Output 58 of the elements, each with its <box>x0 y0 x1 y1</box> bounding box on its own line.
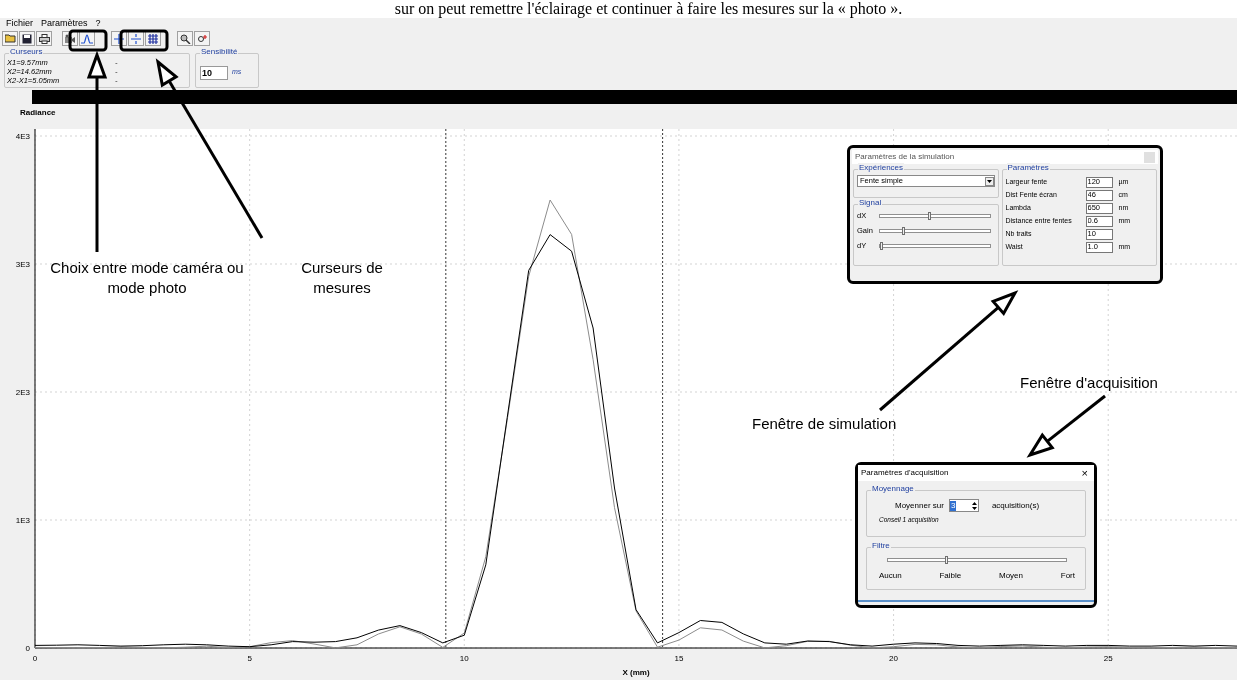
highlight-frame <box>68 29 108 52</box>
x-tick-label: 20 <box>889 654 898 663</box>
group-title: Signal <box>858 198 883 208</box>
save-icon[interactable] <box>19 31 35 46</box>
x-axis-label: X (mm) <box>622 668 650 677</box>
axis-title: Radiance <box>20 106 56 119</box>
menu-item[interactable]: Paramètres <box>41 17 88 31</box>
menu-item[interactable]: Fichier <box>6 17 33 31</box>
tick-label: Aucun <box>879 570 902 582</box>
zoom-reset-icon[interactable] <box>194 31 210 46</box>
unit-label: acquisition(s) <box>991 499 1040 512</box>
x-tick-label: 10 <box>459 654 469 663</box>
x-tick-label: 15 <box>674 654 684 663</box>
zoom-icon[interactable] <box>177 31 193 46</box>
menu-item[interactable]: ? <box>95 17 101 31</box>
y-tick-label: 1E3 <box>15 516 30 525</box>
y-tick-label: 2E3 <box>15 388 30 397</box>
spinner-arrows-icon <box>970 500 978 511</box>
tick-label: Faible <box>939 570 962 582</box>
dialog-title: Paramètres de la simulation <box>855 151 955 163</box>
cursor-line[interactable] <box>662 128 663 649</box>
printer-icon[interactable] <box>36 31 52 46</box>
slider-thumb[interactable] <box>902 227 906 235</box>
slider-track[interactable] <box>879 229 991 233</box>
open-folder-icon[interactable] <box>2 31 18 46</box>
y-tick-label: 3E3 <box>15 260 30 269</box>
group-title: Sensibilité <box>200 47 239 57</box>
slider-track[interactable] <box>887 558 1067 562</box>
group-title: Filtre <box>871 541 891 551</box>
slider-thumb[interactable] <box>944 556 948 564</box>
group-title: Paramètres <box>1006 163 1050 173</box>
y-tick-label: 0 <box>25 644 30 653</box>
x-tick-label: 25 <box>1103 654 1113 663</box>
x-tick-label: 5 <box>247 654 252 663</box>
document-text: sur on peut remettre l'éclairage et continuer à faire les mesures sur la « photo ». <box>393 0 903 18</box>
annotation-text: Curseurs de mesures <box>300 258 384 298</box>
averaging-spin-field[interactable]: 3 <box>948 499 979 512</box>
highlight-frame <box>119 29 169 52</box>
annotation-text: Choix entre mode caméra ou mode photo <box>49 258 245 298</box>
tick-label: Moyen <box>999 570 1023 582</box>
x-tick-label: 0 <box>32 654 38 663</box>
group-title: Curseurs <box>9 47 44 57</box>
dialog-title: Paramètres d'acquisition <box>861 467 949 479</box>
averaging-label: Moyenner sur <box>895 499 944 512</box>
annotation-text: Fenêtre d'acquisition <box>1020 373 1158 393</box>
slider-track[interactable] <box>879 244 991 248</box>
slider-track[interactable] <box>879 214 991 218</box>
group-title: Moyennage <box>871 484 915 494</box>
y-tick-label: 4E3 <box>15 132 30 141</box>
group-title: Expériences <box>858 163 905 173</box>
tick-label: Fort <box>1060 570 1075 582</box>
annotation-text: Fenêtre de simulation <box>752 414 897 434</box>
slider-thumb[interactable] <box>927 212 931 220</box>
slider-thumb[interactable] <box>880 242 884 250</box>
close-button[interactable]: × <box>1081 467 1091 479</box>
sensitivity-field[interactable]: 10 <box>200 65 228 80</box>
cursor-line[interactable] <box>445 128 447 649</box>
dropdown-arrow-icon <box>984 176 994 186</box>
